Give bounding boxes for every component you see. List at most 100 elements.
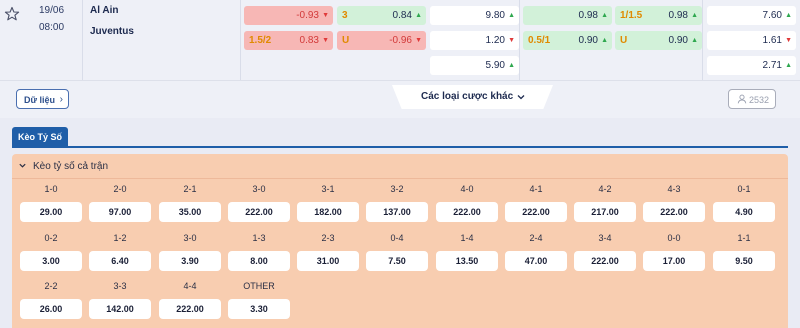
odds-line: 1.5/2	[249, 35, 272, 46]
odds-line: 3	[342, 10, 348, 21]
bettors-count: 2532	[749, 95, 770, 105]
score-odds-button[interactable]: 17.00	[643, 251, 705, 271]
score-odds-button[interactable]: 142.00	[89, 299, 151, 319]
odds-value: 9.80	[485, 10, 505, 21]
score-label: 3-0	[252, 184, 266, 194]
score-odds-button[interactable]: 222.00	[574, 251, 636, 271]
over-odds[interactable]: 3 0.84 ▲	[337, 6, 426, 25]
odds-value: 0.90	[668, 35, 688, 46]
score-odds-button[interactable]: 222.00	[228, 202, 290, 222]
score-odds-button[interactable]: 29.00	[20, 202, 82, 222]
handicap-away-odds[interactable]: 1.5/2 0.83 ▼	[244, 31, 333, 50]
score-label: 3-1	[321, 184, 335, 194]
tab-correct-score[interactable]: Kèo Tỷ Số	[12, 127, 68, 147]
divider	[0, 80, 800, 81]
arrow-up-icon: ▲	[691, 37, 698, 44]
score-odds-button[interactable]: 7.50	[366, 251, 428, 271]
arrow-up-icon: ▲	[785, 62, 792, 69]
score-odds-button[interactable]: 26.00	[20, 299, 82, 319]
star-icon[interactable]	[4, 6, 20, 22]
score-odds-button[interactable]: 8.00	[228, 251, 290, 271]
1x2-home-odds[interactable]: 9.80 ▲	[430, 6, 519, 25]
score-label: 2-2	[44, 281, 58, 291]
score-label: 2-3	[321, 233, 335, 243]
score-label: 3-0	[183, 233, 197, 243]
half-over-odds[interactable]: 1/1.5 0.98 ▲	[615, 6, 702, 25]
correct-score-header[interactable]: Kèo tỷ số cả trận	[18, 161, 108, 172]
divider	[82, 0, 83, 80]
handicap-home-odds[interactable]: -0.93 ▼	[244, 6, 333, 25]
score-odds-button[interactable]: 217.00	[574, 202, 636, 222]
under-odds[interactable]: U -0.96 ▼	[337, 31, 426, 50]
score-label: 2-1	[183, 184, 197, 194]
half-1x2-home-odds[interactable]: 7.60 ▲	[707, 6, 796, 25]
score-odds-button[interactable]: 222.00	[159, 299, 221, 319]
arrow-down-icon: ▼	[415, 37, 422, 44]
score-label: 1-4	[460, 233, 474, 243]
divider	[12, 178, 788, 179]
odds-line: 1/1.5	[620, 10, 643, 21]
divider	[519, 0, 520, 80]
arrow-up-icon: ▲	[601, 12, 608, 19]
score-odds-button[interactable]: 97.00	[89, 202, 151, 222]
arrow-up-icon: ▲	[415, 12, 422, 19]
odds-value: 7.60	[762, 10, 782, 21]
score-label: 3-3	[113, 281, 127, 291]
odds-value: -0.93	[296, 10, 319, 21]
arrow-up-icon: ▲	[508, 12, 515, 19]
user-icon	[737, 94, 747, 104]
arrow-up-icon: ▲	[601, 37, 608, 44]
odds-value: 0.84	[392, 10, 412, 21]
1x2-draw-odds[interactable]: 5.90 ▲	[430, 56, 519, 75]
half-1x2-draw-odds[interactable]: 2.71 ▲	[707, 56, 796, 75]
score-odds-button[interactable]: 3.30	[228, 299, 290, 319]
chevron-down-icon[interactable]	[516, 92, 526, 102]
correct-score-title: Kèo tỷ số cả trận	[33, 161, 109, 172]
odds-value: 1.20	[485, 35, 505, 46]
score-label: 0-1	[737, 184, 751, 194]
tab-underline	[12, 146, 788, 148]
odds-value: 1.61	[762, 35, 782, 46]
score-odds-button[interactable]: 3.90	[159, 251, 221, 271]
arrow-down-icon: ▼	[322, 12, 329, 19]
odds-value: -0.96	[389, 35, 412, 46]
half-handicap-away-odds[interactable]: 0.5/1 0.90 ▲	[523, 31, 612, 50]
half-1x2-away-odds[interactable]: 1.61 ▼	[707, 31, 796, 50]
arrow-up-icon: ▲	[691, 12, 698, 19]
odds-value: 0.98	[578, 10, 598, 21]
chevron-right-icon: ›	[59, 94, 63, 105]
score-odds-button[interactable]: 47.00	[505, 251, 567, 271]
bettors-count-button[interactable]: 2532	[728, 89, 776, 109]
score-odds-button[interactable]: 4.90	[713, 202, 775, 222]
1x2-away-odds[interactable]: 1.20 ▼	[430, 31, 519, 50]
score-odds-button[interactable]: 222.00	[505, 202, 567, 222]
score-odds-button[interactable]: 13.50	[436, 251, 498, 271]
half-handicap-home-odds[interactable]: 0.98 ▲	[523, 6, 612, 25]
score-odds-button[interactable]: 6.40	[89, 251, 151, 271]
more-bets-label[interactable]: Các loại cược khác	[421, 91, 513, 102]
score-odds-button[interactable]: 9.50	[713, 251, 775, 271]
score-odds-button[interactable]: 182.00	[297, 202, 359, 222]
score-odds-button[interactable]: 222.00	[436, 202, 498, 222]
score-odds-button[interactable]: 35.00	[159, 202, 221, 222]
score-odds-button[interactable]: 137.00	[366, 202, 428, 222]
score-label: 3-2	[390, 184, 404, 194]
score-odds-button[interactable]: 31.00	[297, 251, 359, 271]
score-label: 0-4	[390, 233, 404, 243]
arrow-down-icon: ▼	[508, 37, 515, 44]
score-label: 2-0	[113, 184, 127, 194]
odds-value: 0.90	[578, 35, 598, 46]
divider	[702, 0, 703, 80]
arrow-down-icon: ▼	[785, 37, 792, 44]
score-label: OTHER	[243, 281, 275, 291]
half-under-odds[interactable]: U 0.90 ▲	[615, 31, 702, 50]
away-team[interactable]: Juventus	[90, 26, 134, 37]
score-label: 4-0	[460, 184, 474, 194]
home-team[interactable]: Al Ain	[90, 5, 119, 16]
arrow-up-icon: ▲	[785, 12, 792, 19]
match-date: 19/06	[39, 5, 65, 16]
score-odds-button[interactable]: 3.00	[20, 251, 82, 271]
divider	[240, 0, 241, 80]
score-odds-button[interactable]: 222.00	[643, 202, 705, 222]
data-button[interactable]: Dữ liệu ›	[16, 89, 69, 109]
